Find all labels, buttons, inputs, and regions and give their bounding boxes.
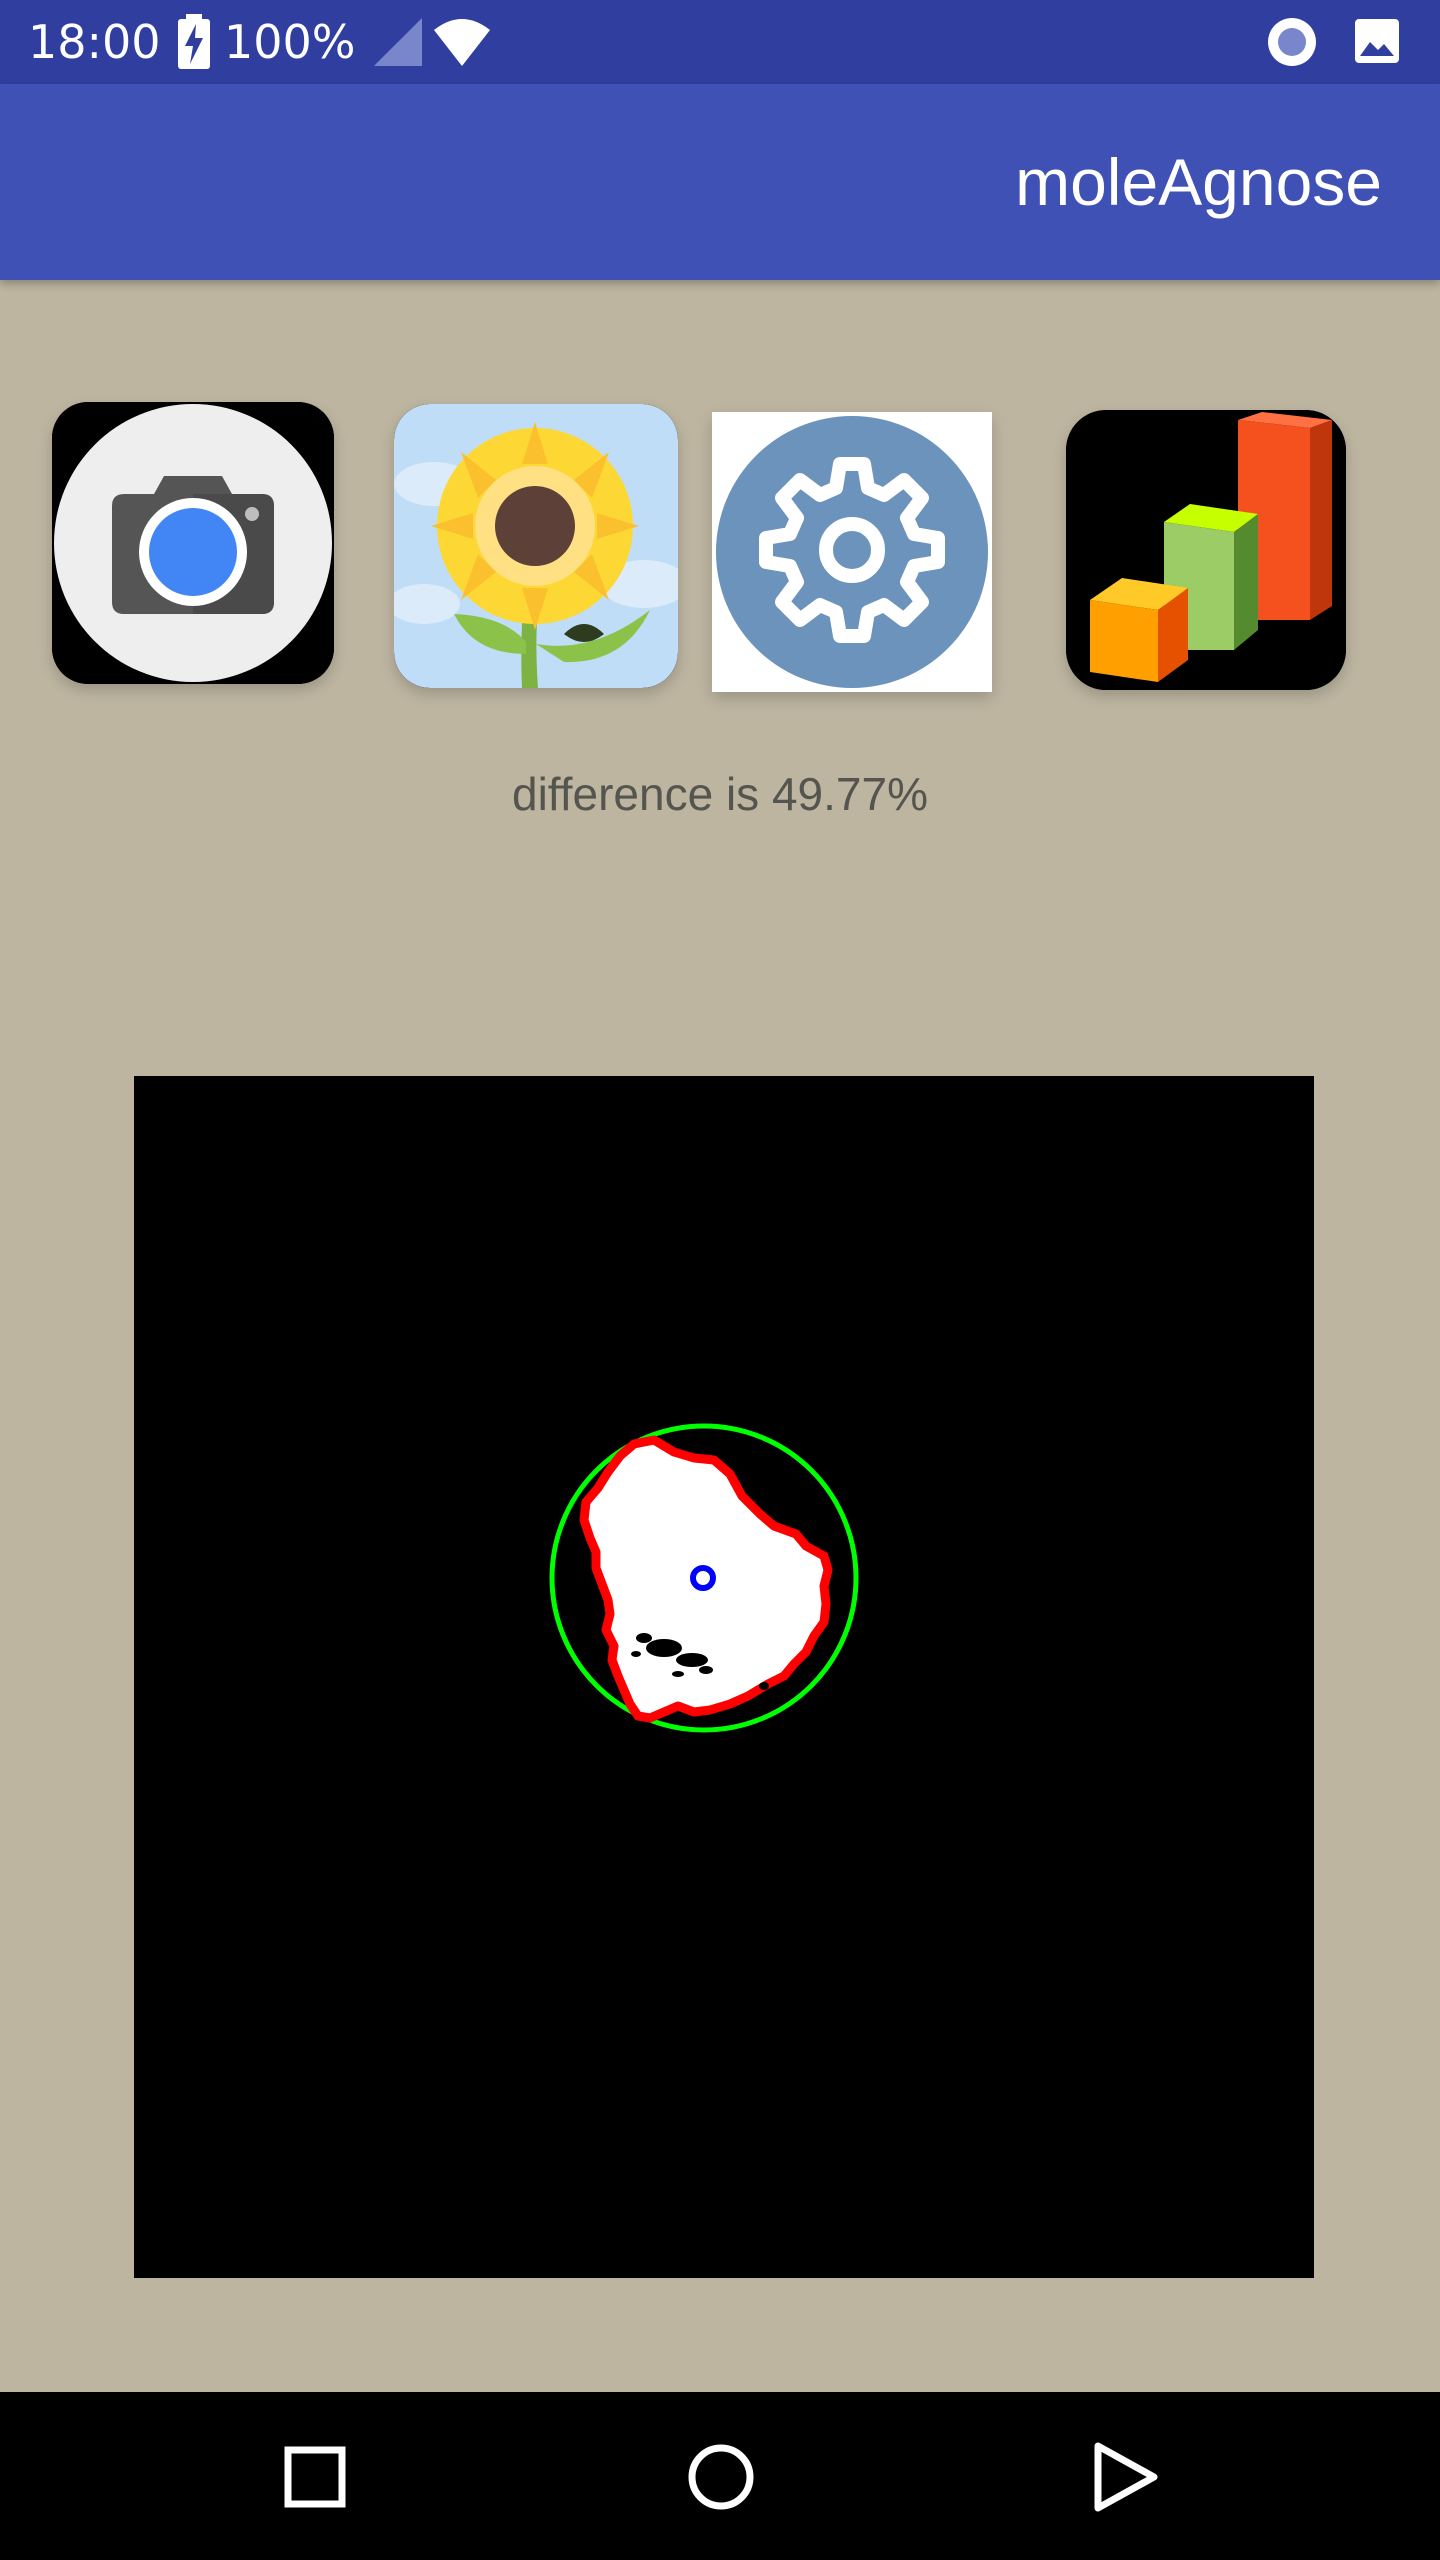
status-time: 18:00 [28, 15, 161, 69]
image-icon [1355, 19, 1399, 63]
recents-button[interactable] [270, 2432, 360, 2522]
navigation-bar [0, 2392, 1440, 2560]
settings-button[interactable] [712, 412, 992, 692]
analysis-image [134, 1076, 1314, 2278]
camera-button[interactable] [52, 402, 334, 684]
cell-signal-icon [374, 18, 422, 66]
mole-segmentation-figure [134, 1076, 1314, 2278]
screen-record-icon [1268, 18, 1316, 66]
app-bar: moleAgnose [0, 84, 1440, 280]
back-button[interactable] [1080, 2432, 1170, 2522]
status-bar: 18:00 100% [0, 0, 1440, 84]
home-button[interactable] [676, 2432, 766, 2522]
difference-result-text: difference is 49.77% [512, 768, 928, 820]
sunflower-gallery-icon [394, 404, 678, 688]
battery-charging-icon [178, 14, 210, 69]
gallery-button[interactable] [394, 404, 678, 688]
gear-icon [712, 412, 992, 692]
camera-icon [52, 402, 334, 684]
bar-chart-icon [1066, 410, 1346, 690]
app-title: moleAgnose [1015, 145, 1382, 219]
wifi-icon [434, 19, 490, 66]
chart-button[interactable] [1066, 410, 1346, 690]
battery-percent: 100% [224, 15, 356, 69]
